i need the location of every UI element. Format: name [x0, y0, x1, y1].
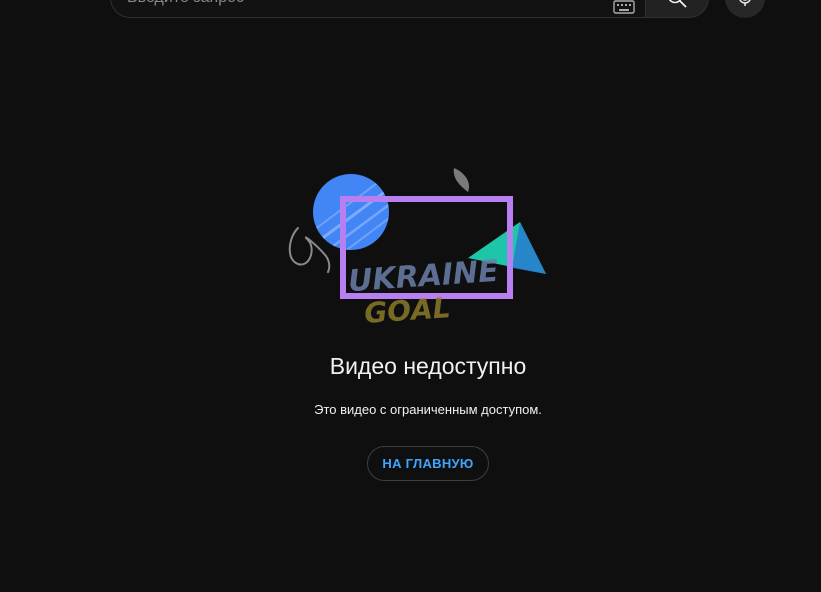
voice-search-button[interactable] — [725, 0, 765, 18]
search-input[interactable] — [111, 0, 613, 17]
leaf-shape — [453, 168, 470, 192]
page-title: Видео недоступно — [329, 353, 527, 379]
search-icon — [668, 0, 687, 8]
home-button[interactable]: НА ГЛАВНУЮ — [367, 446, 489, 481]
keyboard-icon[interactable] — [613, 0, 635, 15]
page: UKRAINE GOAL Видео недоступно Это видео … — [0, 0, 821, 592]
watermark-line2: GOAL — [363, 291, 451, 330]
search-bar — [110, 0, 765, 18]
unavailable-illustration: UKRAINE GOAL — [288, 168, 546, 330]
search-button[interactable] — [645, 0, 709, 18]
search-box[interactable] — [110, 0, 645, 18]
microphone-icon — [739, 0, 751, 6]
page-subtitle: Это видео с ограниченным доступом. — [314, 402, 542, 417]
